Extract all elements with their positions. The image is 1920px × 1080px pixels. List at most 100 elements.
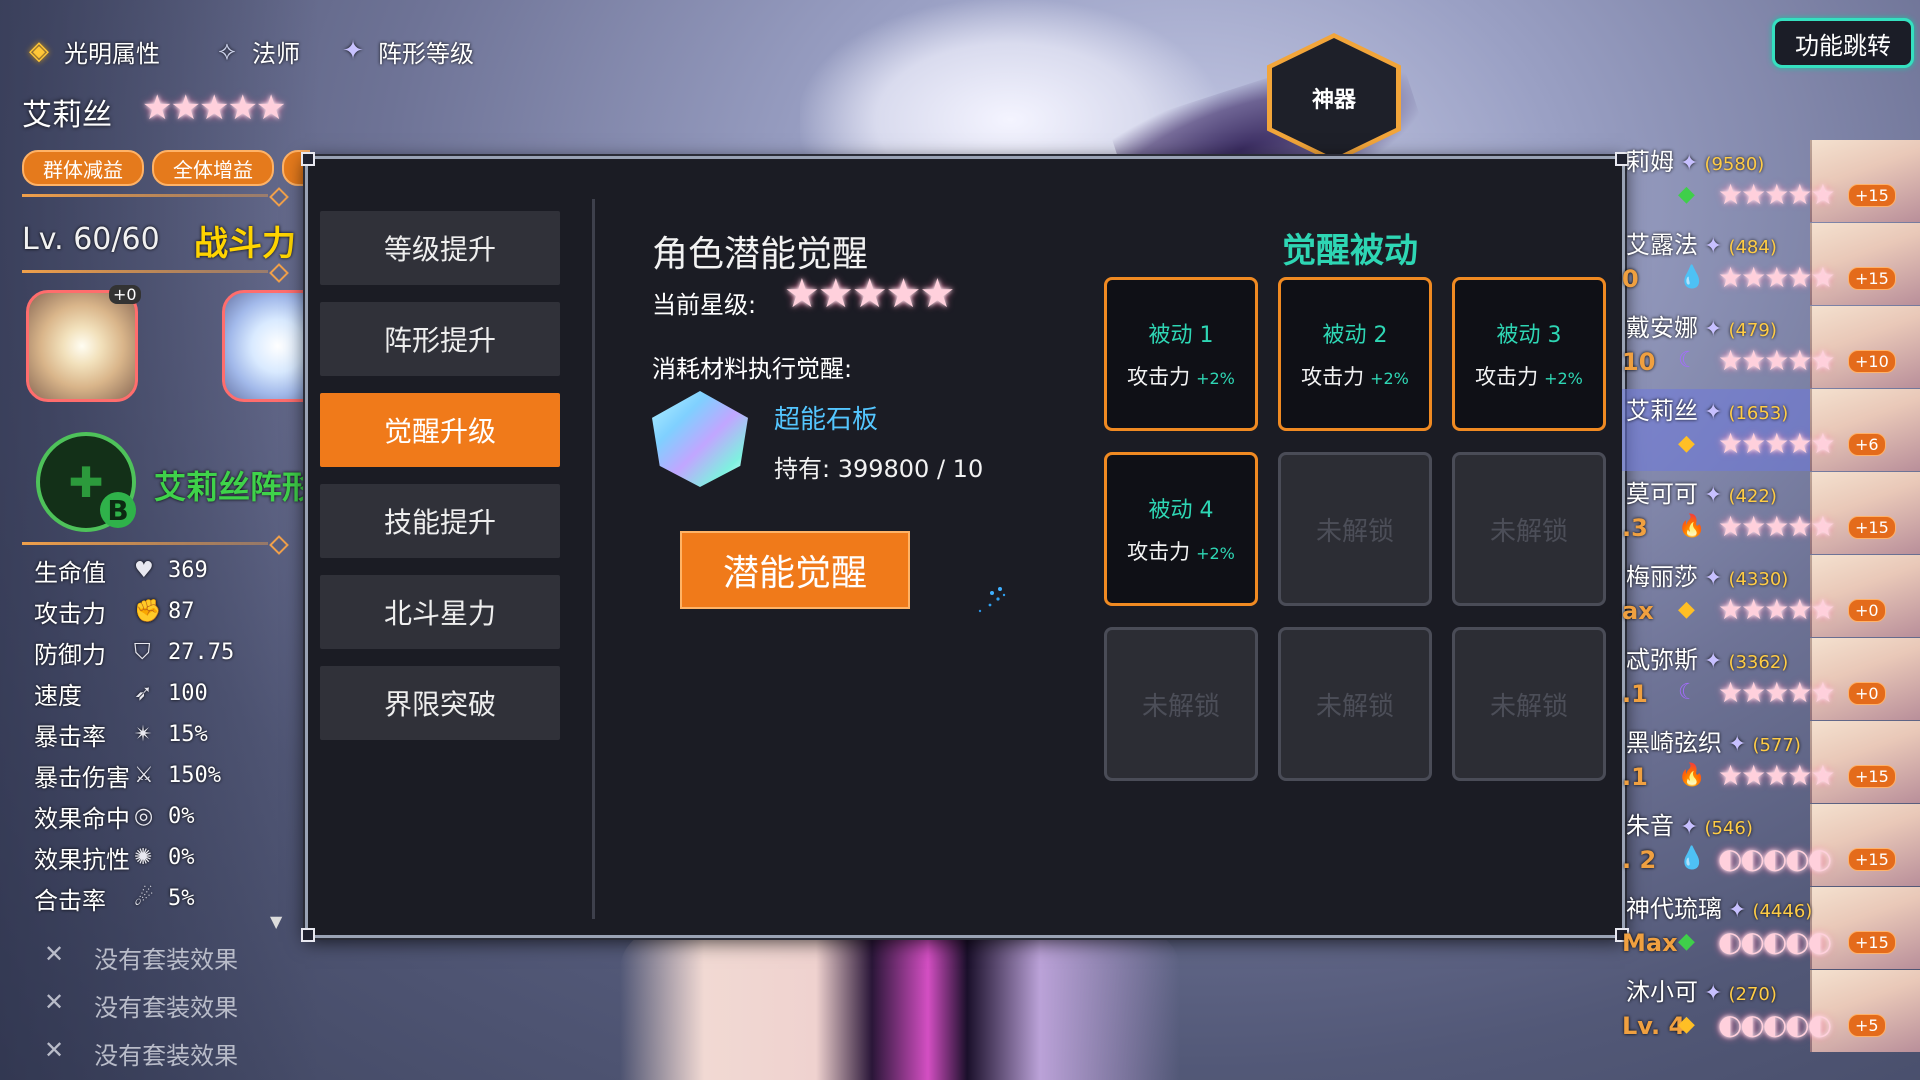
- roster-item[interactable]: 沐小可 ✦ (270) Lv. 4 ◆ ◐◐◐◐◐ +5: [1622, 970, 1920, 1052]
- passive-slot[interactable]: 被动 4 攻击力 +2%: [1104, 452, 1258, 606]
- roster-stars: ★★★★★: [1718, 427, 1836, 460]
- awakening-passive-title: 觉醒被动: [1282, 231, 1418, 271]
- material-name[interactable]: 超能石板: [774, 399, 878, 436]
- nav-button[interactable]: 等级提升: [320, 211, 560, 285]
- nav-label: 技能提升: [383, 506, 496, 539]
- roster-item[interactable]: 梅丽莎 ✦ (4330) ax ◆ ★★★★★ +0: [1622, 555, 1920, 637]
- star-rank-icon: ✦: [1704, 234, 1723, 259]
- stat-label: 暴击率: [34, 722, 106, 751]
- roster-power: (577): [1752, 735, 1801, 756]
- enhance-badge: +15: [1848, 184, 1896, 207]
- roster-item[interactable]: 艾露法 ✦ (484) 0 💧 ★★★★★ +15: [1622, 223, 1920, 305]
- roster-name-line: 莉姆 ✦ (9580): [1626, 142, 1764, 177]
- element-icon: 🔥: [1678, 514, 1706, 539]
- roster-stars: ★★★★★: [1718, 510, 1836, 543]
- stat-value: 150%: [168, 762, 221, 788]
- roster-power: (546): [1704, 818, 1753, 839]
- roster-item[interactable]: 忒弥斯 ✦ (3362) .1 ☾ ★★★★★ +0: [1622, 638, 1920, 720]
- locked-label: 未解锁: [1489, 516, 1568, 547]
- element-icon: ◆: [1678, 597, 1695, 622]
- element-icon: 💧: [1678, 265, 1706, 290]
- equipment-slot-1[interactable]: +0: [26, 285, 141, 402]
- star-rank-icon: ✦: [1728, 732, 1747, 757]
- passive-stat: 攻击力: [1301, 365, 1365, 389]
- nav-label: 北斗星力: [383, 597, 496, 630]
- set-effect-text: 没有套装效果: [94, 1042, 239, 1070]
- stat-row: 合击率 ☄ 5%: [34, 880, 294, 916]
- roster-stars: ★★★★★: [1718, 178, 1836, 211]
- nav-label: 觉醒升级: [383, 415, 496, 448]
- roster-item[interactable]: 莫可可 ✦ (422) .3 🔥 ★★★★★ +15: [1622, 472, 1920, 554]
- roster-power: (4330): [1728, 569, 1789, 590]
- element-icon: ☾: [1678, 348, 1698, 373]
- roster-name-line: 黑崎弦织 ✦ (577): [1626, 723, 1801, 758]
- roster-name-line: 艾莉丝 ✦ (1653): [1626, 391, 1788, 426]
- target-icon: ◎: [134, 803, 154, 829]
- attribute-tag: ◈ 光明属性: [22, 28, 160, 74]
- roster-stars: ◐◐◐◐◐: [1718, 1008, 1832, 1041]
- roster-stars: ★★★★★: [1718, 261, 1836, 294]
- roster-stars: ◐◐◐◐◐: [1718, 925, 1832, 958]
- nav-button[interactable]: 觉醒升级: [320, 393, 560, 467]
- light-element-icon: ◈: [29, 36, 49, 66]
- element-icon: 🔥: [1678, 763, 1706, 788]
- stat-value: 5%: [168, 885, 195, 911]
- formation-level-tag[interactable]: ✦ 阵形等级: [336, 28, 474, 74]
- potential-awaken-label: 潜能觉醒: [722, 553, 867, 594]
- roster-level: .1: [1622, 763, 1648, 791]
- close-icon: ✕: [44, 1036, 65, 1064]
- element-icon: 💧: [1678, 846, 1706, 871]
- roster-power: (9580): [1704, 154, 1765, 175]
- roster-name: 朱音: [1626, 812, 1674, 840]
- divider-line: [22, 542, 268, 545]
- roster-name-line: 朱音 ✦ (546): [1626, 806, 1753, 841]
- scroll-down-icon[interactable]: ▼: [270, 912, 282, 931]
- stat-row: 暴击率 ✴ 15%: [34, 716, 294, 752]
- function-jump-button[interactable]: 功能跳转: [1772, 18, 1914, 68]
- locked-passive-slot[interactable]: 未解锁: [1278, 452, 1432, 606]
- enhance-badge: +5: [1848, 1014, 1886, 1037]
- locked-passive-slot[interactable]: 未解锁: [1452, 627, 1606, 781]
- roster-item[interactable]: 莉姆 ✦ (9580) ◆ ★★★★★ +15: [1622, 140, 1920, 222]
- roster-name-line: 沐小可 ✦ (270): [1626, 972, 1777, 1007]
- roster-power: (270): [1728, 984, 1777, 1005]
- potential-awaken-button[interactable]: 潜能觉醒: [680, 531, 910, 609]
- passive-name: 被动 2: [1322, 323, 1388, 348]
- nav-button[interactable]: 北斗星力: [320, 575, 560, 649]
- level-text: Lv. 60/60: [22, 222, 160, 257]
- nav-button[interactable]: 界限突破: [320, 666, 560, 740]
- nav-button[interactable]: 技能提升: [320, 484, 560, 558]
- awakening-title: 角色潜能觉醒: [652, 234, 869, 275]
- locked-passive-slot[interactable]: 未解锁: [1278, 627, 1432, 781]
- locked-passive-slot[interactable]: 未解锁: [1104, 627, 1258, 781]
- roster-level: . 2: [1622, 846, 1657, 874]
- passive-stat: 攻击力: [1475, 365, 1539, 389]
- roster-name: 忒弥斯: [1626, 646, 1698, 674]
- roster-item[interactable]: 神代琉璃 ✦ (4446) Max ◆ ◐◐◐◐◐ +15: [1622, 887, 1920, 969]
- passive-slot[interactable]: 被动 2 攻击力 +2%: [1278, 277, 1432, 431]
- tag-label: 全体增益: [173, 157, 253, 182]
- roster-name: 戴安娜: [1626, 314, 1698, 342]
- roster-item[interactable]: 戴安娜 ✦ (479) 10 ☾ ★★★★★ +10: [1622, 306, 1920, 388]
- star-rank-icon: ✦: [1704, 566, 1723, 591]
- passive-slot[interactable]: 被动 3 攻击力 +2%: [1452, 277, 1606, 431]
- passive-slot[interactable]: 被动 1 攻击力 +2%: [1104, 277, 1258, 431]
- close-icon: ✕: [44, 940, 65, 968]
- combat-power-label: 战斗力: [194, 224, 296, 264]
- nav-label: 界限突破: [383, 688, 496, 721]
- passive-bonus: +2%: [1196, 544, 1235, 563]
- star-rank-icon: ✦: [1704, 483, 1723, 508]
- stat-row: 效果抗性 ✺ 0%: [34, 839, 294, 875]
- locked-passive-slot[interactable]: 未解锁: [1452, 452, 1606, 606]
- roster-item[interactable]: 艾莉丝 ✦ (1653) ◆ ★★★★★ +6: [1622, 389, 1920, 471]
- passive-effect: 攻击力 +2%: [1127, 361, 1235, 391]
- dialog-corner: [301, 928, 315, 942]
- roster-item[interactable]: 朱音 ✦ (546) . 2 💧 ◐◐◐◐◐ +15: [1622, 804, 1920, 886]
- nav-label: 等级提升: [383, 233, 496, 266]
- enhance-badge: +15: [1848, 931, 1896, 954]
- super-stone-tablet-icon[interactable]: [652, 391, 748, 487]
- nav-button[interactable]: 阵形提升: [320, 302, 560, 376]
- roster-item[interactable]: 黑崎弦织 ✦ (577) .1 🔥 ★★★★★ +15: [1622, 721, 1920, 803]
- star-rank-icon: ✦: [1704, 649, 1723, 674]
- close-icon: ✕: [44, 988, 65, 1016]
